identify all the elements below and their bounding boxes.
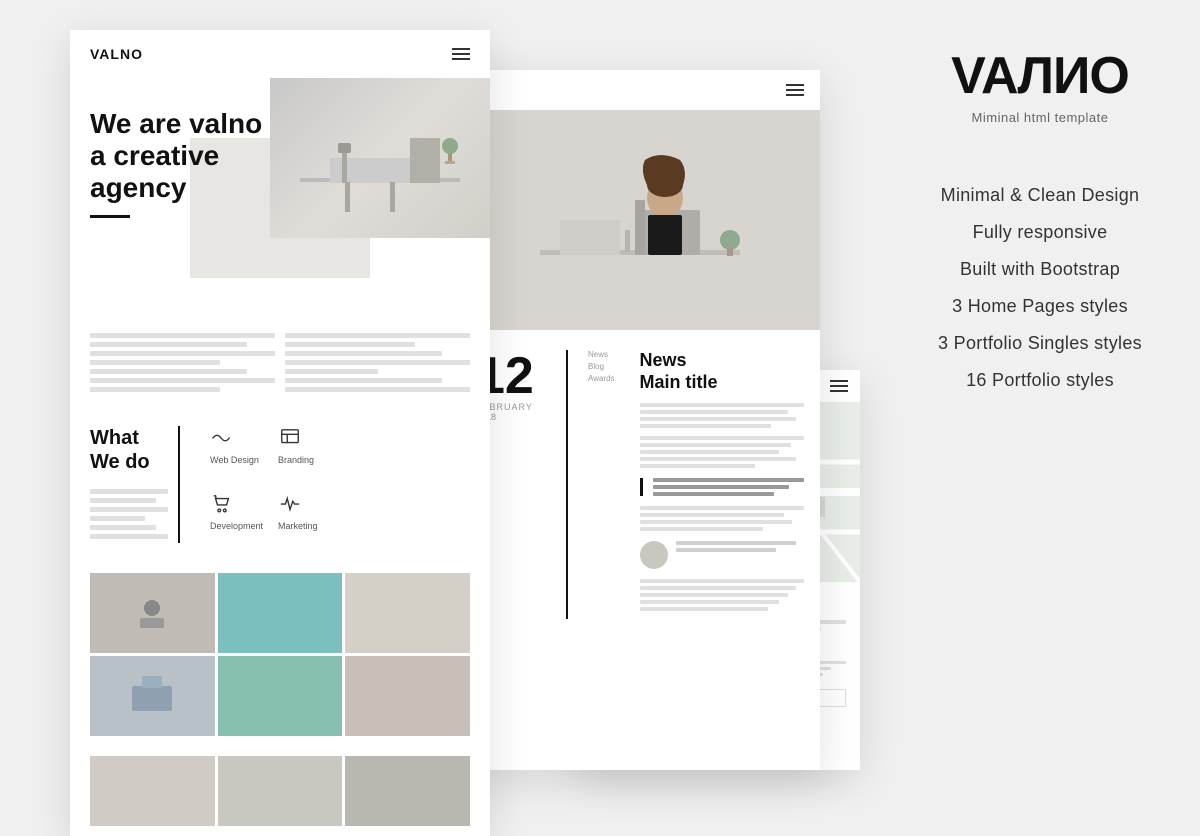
feature-item: 16 Portfolio styles xyxy=(938,370,1142,391)
screen2-hamburger xyxy=(786,84,804,96)
news-divider xyxy=(566,350,568,619)
brand-name: VAЛИO xyxy=(951,50,1129,102)
portfolio-item xyxy=(218,756,343,826)
hamburger-icon xyxy=(452,48,470,60)
service-marketing: Marketing xyxy=(278,492,331,543)
branding-label: Branding xyxy=(278,455,314,465)
screenshots-area: VALNO xyxy=(0,0,880,800)
layout-icon xyxy=(278,426,302,450)
article-body-2 xyxy=(640,436,804,468)
text-block-left xyxy=(90,333,275,396)
brand-tagline: Miminal html template xyxy=(972,110,1109,125)
portfolio-item xyxy=(345,573,470,653)
portfolio-item xyxy=(90,756,215,826)
author-block xyxy=(640,541,804,569)
hero-section: We are valno a creative agency xyxy=(70,78,490,313)
features-list: Minimal & Clean Design Fully responsive … xyxy=(938,185,1142,407)
screen1-header: VALNO xyxy=(70,30,490,78)
portfolio-item xyxy=(345,756,470,826)
feature-item: 3 Portfolio Singles styles xyxy=(938,333,1142,354)
marketing-label: Marketing xyxy=(278,521,318,531)
hero-headline: We are valno a creative agency xyxy=(90,108,270,205)
author-avatar xyxy=(640,541,668,569)
right-panel: VAЛИO Miminal html template Minimal & Cl… xyxy=(880,0,1200,800)
text-columns xyxy=(70,323,490,411)
webdesign-label: Web Design xyxy=(210,455,259,465)
portfolio-item xyxy=(345,656,470,736)
screen2-hero-image xyxy=(460,110,820,330)
pulse-icon xyxy=(278,492,302,516)
portfolio-item xyxy=(218,573,343,653)
development-label: Development xyxy=(210,521,263,531)
services-desc xyxy=(90,489,168,539)
screen3-hamburger xyxy=(830,380,848,392)
service-development: Development xyxy=(210,492,263,543)
screen1-logo: VALNO xyxy=(90,46,143,62)
article-quote xyxy=(640,478,804,496)
portfolio-item xyxy=(90,573,215,653)
hero-illustration xyxy=(270,78,490,238)
service-branding: Branding xyxy=(278,426,331,477)
news-tag-1: News xyxy=(588,350,615,359)
feature-item: Fully responsive xyxy=(938,222,1142,243)
services-title: WhatWe do xyxy=(90,426,168,474)
news-article-title: NewsMain title xyxy=(640,350,804,393)
news-section: 12 FEBRUARY 2018 News Blog Awards NewsMa… xyxy=(460,330,820,639)
news-meta: News Blog Awards xyxy=(588,350,615,619)
wave-icon xyxy=(210,426,234,450)
portfolio-item xyxy=(90,656,215,736)
news-content: NewsMain title xyxy=(640,350,804,619)
services-grid: Web Design Branding xyxy=(210,426,331,543)
services-left: WhatWe do xyxy=(90,426,180,543)
news-tag-3: Awards xyxy=(588,374,615,383)
brand-logo-area: VAЛИO xyxy=(951,50,1129,102)
person-at-desk-illustration xyxy=(460,110,820,330)
author-text xyxy=(676,541,796,555)
hero-underline xyxy=(90,215,130,218)
feature-item: Minimal & Clean Design xyxy=(938,185,1142,206)
portfolio-img-1 xyxy=(132,593,172,633)
service-webdesign: Web Design xyxy=(210,426,263,477)
article-body-3 xyxy=(640,506,804,531)
article-body-4 xyxy=(640,579,804,611)
hero-image-inner xyxy=(270,78,490,238)
feature-item: Built with Bootstrap xyxy=(938,259,1142,280)
feature-item: 3 Home Pages styles xyxy=(938,296,1142,317)
text-block-right xyxy=(285,333,470,396)
portfolio-grid-2 xyxy=(70,746,490,836)
portfolio-img-4 xyxy=(127,671,177,721)
portfolio-item xyxy=(218,656,343,736)
hero-image xyxy=(270,78,490,238)
article-body-1 xyxy=(640,403,804,428)
services-section: WhatWe do xyxy=(70,411,490,558)
news-tag-2: Blog xyxy=(588,362,615,371)
screen2-header xyxy=(460,70,820,110)
cart-icon xyxy=(210,492,234,516)
screen-2-mockup: 12 FEBRUARY 2018 News Blog Awards NewsMa… xyxy=(460,70,820,770)
screen-1-mockup: VALNO xyxy=(70,30,490,836)
portfolio-grid xyxy=(70,563,490,746)
quote-content xyxy=(653,478,804,496)
